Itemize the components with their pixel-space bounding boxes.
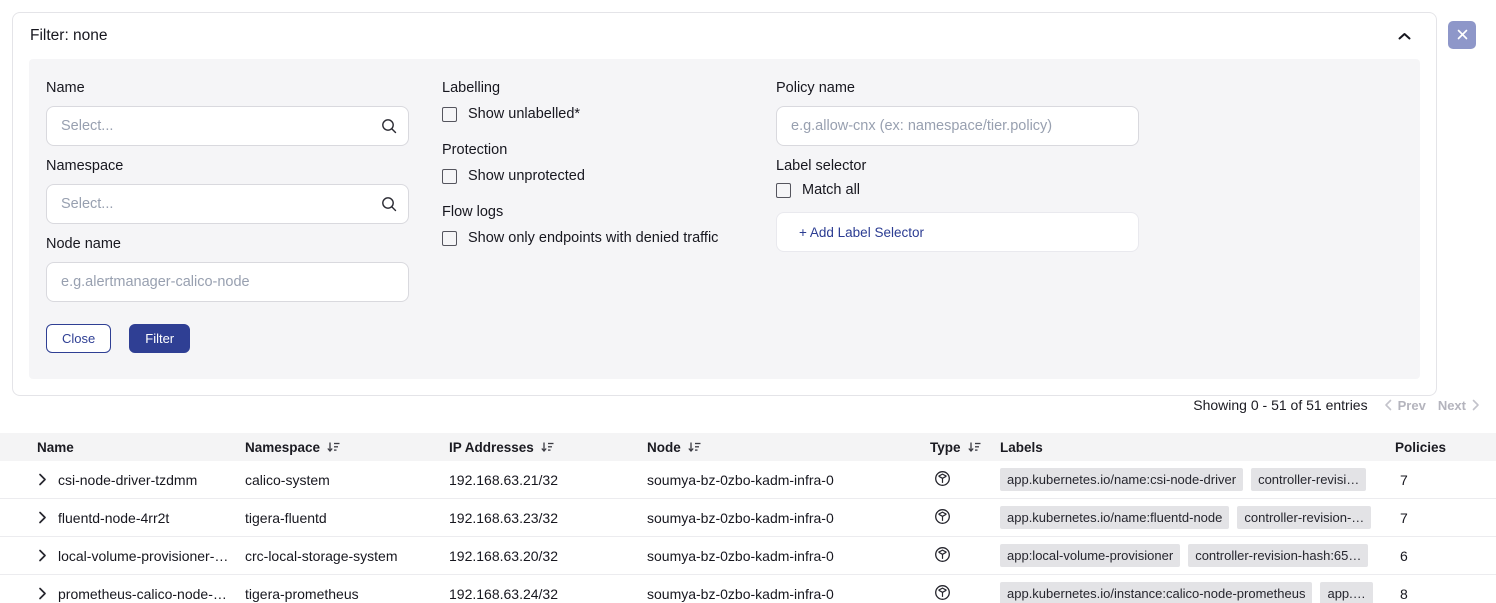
chevron-left-icon[interactable] [1384,399,1392,411]
column-header-policies: Policies [1395,440,1496,455]
endpoint-namespace: crc-local-storage-system [245,548,449,564]
endpoint-ip: 192.168.63.21/32 [449,472,647,488]
label-pill: app.… [1320,582,1372,603]
endpoint-name: fluentd-node-4rr2t [58,510,169,526]
endpoints-table: Name Namespace IP Addresses Node Type La… [0,433,1496,603]
column-header-ip-addresses[interactable]: IP Addresses [449,440,647,455]
table-row[interactable]: prometheus-calico-node-… tigera-promethe… [0,575,1496,603]
sort-icon[interactable] [968,441,981,453]
label-pill: controller-revisi… [1251,468,1366,491]
pod-icon [934,470,951,490]
label-pill: app:local-volume-provisioner [1000,544,1180,567]
table-row[interactable]: local-volume-provisioner-… crc-local-sto… [0,537,1496,575]
endpoint-ip: 192.168.63.24/32 [449,586,647,602]
sort-icon[interactable] [327,441,340,453]
label-selector-group-label: Label selector [776,158,1139,174]
flow-logs-group-label: Flow logs [442,204,776,220]
filter-panel: Filter: none Name Namespace [12,12,1437,396]
policies-count: 6 [1395,548,1496,564]
chevron-right-icon[interactable] [1472,399,1480,411]
filter-title: Filter: none [30,27,108,45]
expand-row-icon[interactable] [38,587,47,600]
endpoint-node: soumya-bz-0zbo-kadm-infra-0 [647,548,930,564]
expand-row-icon[interactable] [38,511,47,524]
label-pill: app.kubernetes.io/name:csi-node-driver [1000,468,1243,491]
search-icon [380,195,398,218]
column-header-type[interactable]: Type [930,440,1000,455]
collapse-filter-button[interactable] [1398,29,1411,44]
endpoint-node: soumya-bz-0zbo-kadm-infra-0 [647,472,930,488]
column-header-namespace[interactable]: Namespace [245,440,449,455]
table-row[interactable]: csi-node-driver-tzdmm calico-system 192.… [0,461,1496,499]
match-all-checkbox[interactable] [776,183,791,198]
denied-traffic-checkbox[interactable] [442,231,457,246]
node-name-field-label: Node name [46,236,409,252]
prev-page-link[interactable]: Prev [1398,398,1426,413]
table-row[interactable]: fluentd-node-4rr2t tigera-fluentd 192.16… [0,499,1496,537]
filter-form: Name Namespace Node name Close Filter [29,59,1420,379]
label-pill: controller-revision-… [1237,506,1371,529]
node-name-input[interactable] [46,262,409,302]
endpoint-name: local-volume-provisioner-… [58,548,228,564]
namespace-field-label: Namespace [46,158,409,174]
sort-icon[interactable] [541,441,554,453]
show-unprotected-label: Show unprotected [468,168,585,184]
endpoint-namespace: tigera-prometheus [245,586,449,602]
dismiss-panel-button[interactable] [1448,21,1476,49]
label-pill: app.kubernetes.io/instance:calico-node-p… [1000,582,1312,603]
endpoint-namespace: tigera-fluentd [245,510,449,526]
policies-count: 7 [1395,510,1496,526]
pod-icon [934,508,951,528]
close-button[interactable]: Close [46,324,111,353]
endpoint-name: csi-node-driver-tzdmm [58,472,197,488]
endpoint-name: prometheus-calico-node-… [58,586,227,602]
table-header-row: Name Namespace IP Addresses Node Type La… [0,433,1496,461]
policies-count: 8 [1395,586,1496,602]
column-header-labels: Labels [1000,440,1395,455]
show-unprotected-checkbox[interactable] [442,169,457,184]
search-icon [380,117,398,140]
match-all-label: Match all [802,182,860,198]
namespace-select-input[interactable] [46,184,409,224]
expand-row-icon[interactable] [38,549,47,562]
close-icon [1457,28,1468,43]
policy-name-input[interactable] [776,106,1139,146]
endpoint-ip: 192.168.63.20/32 [449,548,647,564]
sort-icon[interactable] [688,441,701,453]
column-header-node[interactable]: Node [647,440,930,455]
name-field-label: Name [46,80,409,96]
labelling-group-label: Labelling [442,80,776,96]
endpoint-node: soumya-bz-0zbo-kadm-infra-0 [647,586,930,602]
filter-button[interactable]: Filter [129,324,190,353]
filter-panel-header: Filter: none [13,13,1436,59]
next-page-link[interactable]: Next [1438,398,1466,413]
endpoint-namespace: calico-system [245,472,449,488]
name-select-input[interactable] [46,106,409,146]
endpoint-ip: 192.168.63.23/32 [449,510,647,526]
policies-count: 7 [1395,472,1496,488]
label-pill: controller-revision-hash:65… [1188,544,1368,567]
pod-icon [934,546,951,566]
entries-summary: Showing 0 - 51 of 51 entries [1193,397,1367,413]
label-pill: app.kubernetes.io/name:fluentd-node [1000,506,1229,529]
column-header-name[interactable]: Name [0,440,245,455]
add-label-selector-button[interactable]: + Add Label Selector [776,212,1139,252]
show-unlabelled-checkbox[interactable] [442,107,457,122]
pod-icon [934,584,951,603]
pagination-bar: Showing 0 - 51 of 51 entries Prev Next [1193,397,1480,413]
endpoint-node: soumya-bz-0zbo-kadm-infra-0 [647,510,930,526]
expand-row-icon[interactable] [38,473,47,486]
chevron-up-icon [1398,29,1411,44]
policy-name-field-label: Policy name [776,80,1139,96]
protection-group-label: Protection [442,142,776,158]
denied-traffic-label: Show only endpoints with denied traffic [468,230,718,246]
show-unlabelled-label: Show unlabelled* [468,106,580,122]
